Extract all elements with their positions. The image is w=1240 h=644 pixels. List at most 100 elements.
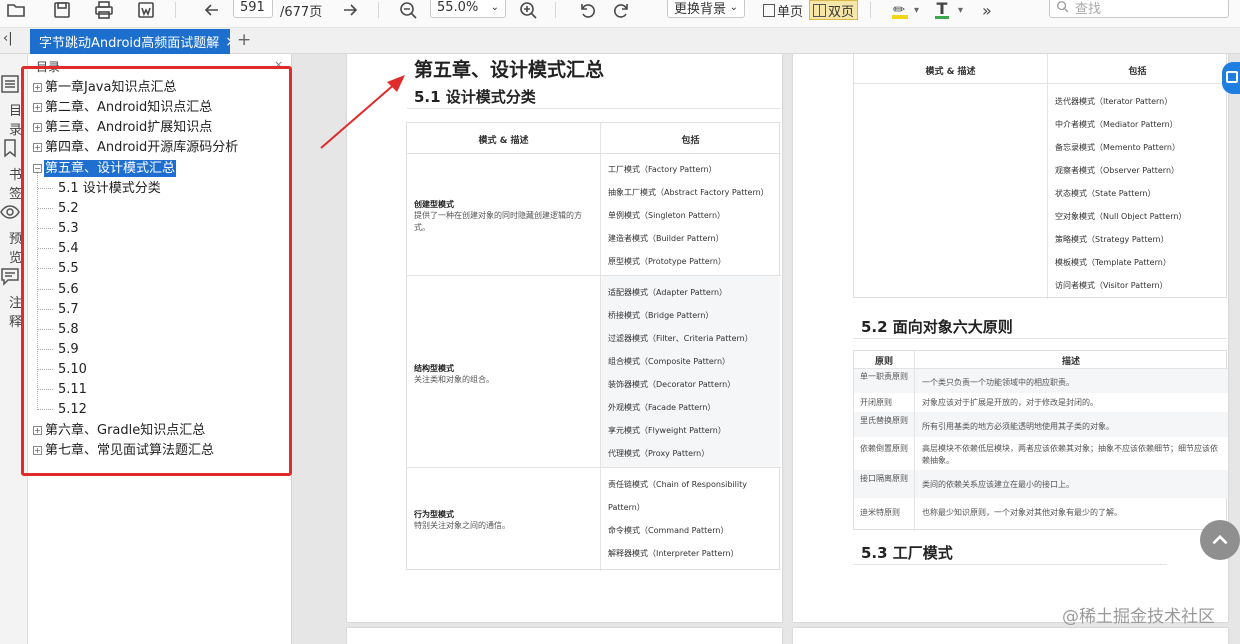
- toolbar-divider: [175, 2, 176, 18]
- arrow-right-icon[interactable]: [340, 0, 360, 20]
- principle-desc: 类间的依赖关系应该建立在最小的接口上。: [922, 480, 1074, 489]
- close-icon[interactable]: ×: [274, 58, 283, 71]
- pattern-item: 备忘录模式（Memento Pattern）: [1055, 143, 1180, 152]
- single-page-icon: [763, 3, 775, 17]
- table-divider: [407, 153, 781, 154]
- chevron-up-icon: [1212, 534, 1228, 545]
- chevron-down-icon[interactable]: ▾: [958, 0, 963, 20]
- search-input[interactable]: 查找: [1049, 0, 1229, 18]
- group-title: 行为型模式: [414, 510, 454, 519]
- pattern-item: 命令模式（Command Pattern）: [608, 526, 729, 535]
- rail-item-bookmarks[interactable]: 书签: [0, 138, 27, 202]
- save-icon[interactable]: [52, 0, 72, 20]
- add-tab-button[interactable]: +: [237, 30, 251, 50]
- pattern-item: 代理模式（Proxy Pattern）: [608, 449, 710, 458]
- change-background-label: 更换背景: [674, 1, 727, 17]
- heading-rule: [853, 564, 1167, 565]
- zoom-in-icon[interactable]: [518, 0, 538, 20]
- arrow-left-icon[interactable]: [202, 0, 222, 20]
- rotate-right-icon[interactable]: [612, 0, 632, 20]
- toolbar-divider: [870, 2, 871, 18]
- single-page-label: 单页: [777, 4, 804, 20]
- section-heading: 5.3 工厂模式: [861, 544, 953, 562]
- principle-desc: 对象应该对于扩展是开放的，对于修改是封闭的。: [922, 398, 1098, 407]
- pattern-item: 装饰器模式（Decorator Pattern）: [608, 380, 736, 389]
- pattern-item: 空对象模式（Null Object Pattern）: [1055, 212, 1187, 221]
- pdf-reader-window: 591 /677页 55.0% ⌄ 更换背景 ⌄ 单页 双页 ✎ ▾ T ▾ » 查…: [0, 0, 1240, 644]
- tab-bar: ‹| 字节跳动Android高频面试题解 × +: [0, 28, 1240, 54]
- side-tool-button[interactable]: [1222, 62, 1240, 94]
- more-icon[interactable]: »: [982, 0, 992, 20]
- search-icon: [1057, 1, 1069, 13]
- pattern-item: 访问者模式（Visitor Pattern）: [1055, 281, 1168, 290]
- pattern-item: 状态模式（State Pattern）: [1055, 189, 1156, 198]
- principle-name: 依赖倒置原则: [860, 444, 908, 453]
- pattern-item: 外观模式（Facade Pattern）: [608, 403, 716, 412]
- change-background-button[interactable]: 更换背景 ⌄: [667, 0, 745, 18]
- pattern-item: 过滤器模式（Filter、Criteria Pattern）: [608, 334, 753, 343]
- close-icon[interactable]: ×: [225, 34, 230, 50]
- single-page-button[interactable]: 单页: [763, 0, 803, 20]
- toolbar-divider: [555, 2, 556, 18]
- principle-desc: 也称最少知识原则，一个对象对其他对象有最少的了解。: [922, 508, 1122, 517]
- table-divider: [407, 467, 781, 468]
- rail-label: 书签: [8, 168, 22, 202]
- eye-icon: [0, 205, 20, 219]
- table-header: 原则: [874, 357, 893, 367]
- chevron-down-icon[interactable]: ▾: [914, 0, 919, 20]
- pattern-item: 模板模式（Template Pattern）: [1055, 258, 1171, 267]
- open-folder-icon[interactable]: [6, 0, 26, 20]
- rail-label: 预览: [8, 232, 22, 266]
- print-icon[interactable]: [94, 0, 114, 20]
- annotation-red-arrow: [320, 75, 405, 149]
- toolbar-divider: [378, 2, 379, 18]
- page-number-input[interactable]: 591: [233, 0, 273, 18]
- pattern-item: 抽象工厂模式（Abstract Factory Pattern）: [608, 188, 769, 197]
- principles-table: 原则 描述 单一职责原则 一个类只负责一个功能领域中的相应职责。 开闭原则 对象…: [853, 350, 1228, 531]
- table-header: 模式 & 描述: [478, 136, 529, 146]
- pattern-item: 责任链模式（Chain of Responsibility: [608, 480, 747, 489]
- left-rail: 目录 书签 预览 注释: [0, 54, 28, 644]
- scroll-to-top-button[interactable]: [1200, 520, 1240, 560]
- rail-item-preview[interactable]: 预览: [0, 202, 27, 266]
- zoom-value: 55.0%: [437, 0, 479, 15]
- group-desc: 特别关注对象之间的通信。: [414, 521, 510, 530]
- rail-item-toc[interactable]: 目录: [0, 74, 27, 138]
- pattern-item: 建造者模式（Builder Pattern）: [608, 234, 724, 243]
- principle-name: 接口隔离原则: [860, 474, 908, 483]
- table-divider: [1047, 54, 1048, 299]
- table-header: 包括: [1128, 67, 1147, 77]
- group-desc: 提供了一种在创建对象的同时隐藏创建逻辑的方式。: [414, 211, 582, 232]
- toc-icon: [1, 75, 19, 93]
- group-title: 结构型模式: [414, 364, 454, 373]
- principle-name: 开闭原则: [860, 398, 892, 407]
- zoom-out-icon[interactable]: [398, 0, 418, 20]
- table-divider: [914, 351, 915, 531]
- rotate-left-icon[interactable]: [577, 0, 597, 20]
- zoom-select[interactable]: 55.0% ⌄: [430, 0, 506, 18]
- rail-item-comments[interactable]: 注释: [0, 266, 27, 330]
- toc-header: 目录: [36, 60, 61, 74]
- tab-document[interactable]: 字节跳动Android高频面试题解 ×: [30, 29, 230, 54]
- rail-label: 目录: [8, 104, 22, 138]
- page-next-left: [347, 628, 782, 644]
- text-color-icon[interactable]: T: [935, 0, 949, 20]
- export-word-icon[interactable]: [136, 0, 156, 20]
- table-divider: [854, 83, 1228, 84]
- pattern-item: 享元模式（Flyweight Pattern）: [608, 426, 726, 435]
- heading-rule: [853, 338, 1227, 339]
- pattern-item: 中介者模式（Mediator Pattern）: [1055, 120, 1178, 129]
- double-page-button[interactable]: 双页: [809, 0, 859, 20]
- pattern-item: 工厂模式（Factory Pattern）: [608, 165, 717, 174]
- group-title: 创建型模式: [414, 200, 454, 209]
- page-total-label: /677页: [280, 4, 323, 20]
- table-band: [600, 275, 780, 467]
- collapse-sidebar-button[interactable]: ‹|: [3, 31, 13, 46]
- table-header: 描述: [1061, 357, 1080, 367]
- comment-icon: [1, 268, 19, 286]
- principle-desc: 所有引用基类的地方必须能透明地使用其子类的对象。: [922, 422, 1114, 431]
- toc-panel: 目录 ×: [28, 54, 292, 644]
- highlight-icon[interactable]: ✎: [890, 0, 910, 20]
- principle-desc: 高层模块不依赖低层模块，两者应该依赖其对象；抽象不应该依赖细节；细节应该依赖抽象…: [922, 444, 1218, 465]
- principle-name: 单一职责原则: [860, 372, 908, 381]
